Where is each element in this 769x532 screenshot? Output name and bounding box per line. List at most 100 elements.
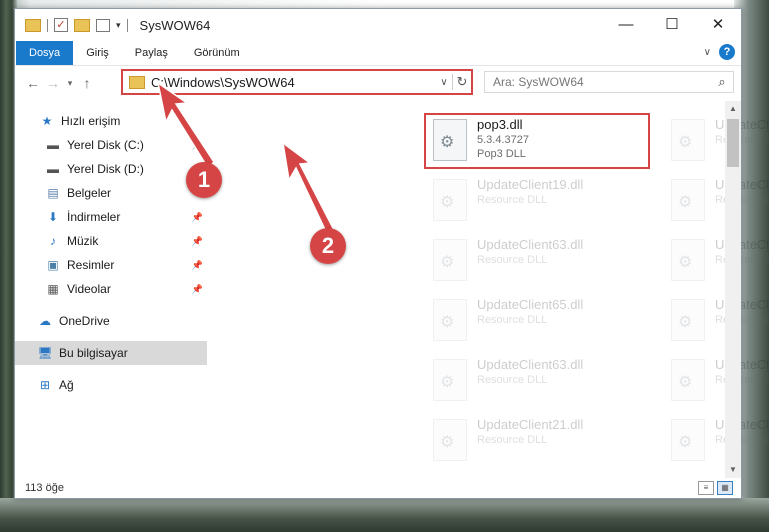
sidebar-item-pictures[interactable]: ▣ Resimler 📌	[15, 253, 207, 277]
file-item[interactable]: UpdateClient19.dll Resource DLL	[429, 175, 659, 231]
sidebar-item-onedrive[interactable]: ☁ OneDrive	[15, 309, 207, 333]
scroll-up-icon[interactable]: ▲	[725, 101, 741, 117]
separator	[47, 18, 48, 32]
file-item[interactable]: UpdateClient63.dll Resource DLL	[667, 295, 769, 351]
file-description: Resource DLL	[715, 194, 769, 206]
file-item[interactable]: UpdateClient21.dll Resource DLL	[429, 415, 659, 471]
pictures-icon: ▣	[47, 258, 59, 272]
sidebar-item-quick-access[interactable]: ★ Hızlı erişim	[15, 109, 207, 133]
pin-icon: 📌	[191, 211, 203, 222]
dll-file-icon	[433, 179, 467, 221]
sidebar-item-label: OneDrive	[59, 314, 110, 328]
desktop-background-bottom	[0, 498, 769, 532]
file-description: Resource DLL	[477, 254, 548, 266]
computer-icon: 🖥	[37, 346, 53, 360]
dll-file-icon	[671, 239, 705, 281]
sidebar-item-label: Videolar	[67, 282, 111, 296]
scrollbar-thumb[interactable]	[727, 119, 739, 167]
navigation-pane: ★ Hızlı erişim ▬ Yerel Disk (C:) 📌 ▬ Yer…	[15, 101, 207, 478]
file-item[interactable]: UpdateClient63.dll Resource DLL	[429, 355, 659, 411]
recent-locations-icon[interactable]: ▾	[63, 78, 77, 89]
window-title: SysWOW64	[139, 17, 211, 33]
dll-file-icon	[433, 299, 467, 341]
tab-gorunum[interactable]: Görünüm	[181, 41, 253, 65]
file-name: UpdateClient63.dll	[715, 297, 769, 312]
vertical-scrollbar[interactable]: ▲ ▼	[725, 101, 741, 478]
file-description: Resource DLL	[715, 374, 769, 386]
minimize-button[interactable]: —	[603, 9, 649, 41]
file-name: UpdateClient21.dll	[715, 117, 769, 132]
sidebar-item-label: Yerel Disk (C:)	[67, 138, 144, 152]
up-arrow-icon[interactable]: ↑	[77, 75, 97, 91]
folder-icon	[25, 18, 41, 32]
new-folder-icon[interactable]	[74, 18, 90, 32]
details-view-icon[interactable]: ≡	[698, 481, 714, 495]
tab-giris[interactable]: Giriş	[73, 41, 122, 65]
sidebar-item-local-disk-d[interactable]: ▬ Yerel Disk (D:)	[15, 157, 207, 181]
file-item[interactable]: UpdateClient63.dll Resource DLL	[667, 415, 769, 471]
network-icon: ⊞	[39, 378, 51, 392]
sidebar-item-downloads[interactable]: ⬇ İndirmeler 📌	[15, 205, 207, 229]
tab-dosya[interactable]: Dosya	[16, 41, 74, 65]
checkmark-icon[interactable]: ✓	[54, 18, 68, 32]
back-arrow-icon[interactable]: ←	[23, 75, 43, 91]
sidebar-item-label: Yerel Disk (D:)	[67, 162, 144, 176]
tiles-view-icon[interactable]: ▦	[717, 481, 733, 495]
status-bar: 113 öğe ≡ ▦	[15, 478, 741, 498]
help-icon[interactable]: ?	[719, 44, 735, 60]
sidebar-item-label: Ağ	[59, 378, 74, 392]
forward-arrow-icon[interactable]: →	[43, 75, 63, 91]
customize-dropdown-icon[interactable]: ▾	[116, 20, 121, 31]
file-name: UpdateClient42.dll	[715, 177, 769, 192]
scroll-down-icon[interactable]: ▼	[725, 462, 741, 478]
file-item[interactable]: UpdateClient65.dll Resource DLL	[667, 235, 769, 291]
file-name: UpdateClient19.dll	[477, 177, 584, 192]
file-description: Resource DLL	[715, 134, 769, 146]
sidebar-item-label: Müzik	[67, 234, 99, 248]
sidebar-item-network[interactable]: ⊞ Ağ	[15, 373, 207, 397]
sidebar-item-documents[interactable]: ▤ Belgeler	[15, 181, 207, 205]
file-item[interactable]: UpdateClient65.dll Resource DLL	[429, 295, 659, 351]
sidebar-item-label: İndirmeler	[67, 210, 121, 224]
file-description: Resource DLL	[477, 374, 548, 386]
sidebar-item-videos[interactable]: ▦ Videolar 📌	[15, 277, 207, 301]
file-description: Resource DLL	[715, 434, 769, 446]
sidebar-item-music[interactable]: ♪ Müzik 📌	[15, 229, 207, 253]
expand-ribbon-icon[interactable]: ∨	[704, 47, 711, 58]
file-name: UpdateClient65.dll	[715, 237, 769, 252]
sidebar-item-this-pc[interactable]: 🖥 Bu bilgisayar	[15, 341, 207, 365]
file-description: Pop3 DLL	[477, 148, 526, 160]
maximize-button[interactable]: ☐	[649, 9, 695, 41]
search-box[interactable]: Ara: SysWOW64 ⌕	[484, 71, 734, 93]
file-item[interactable]: UpdateClient19.dll Resource DLL	[667, 355, 769, 411]
file-item-pop3[interactable]: pop3.dll 5.3.4.3727 Pop3 DLL	[429, 115, 659, 171]
file-name: UpdateClient65.dll	[477, 297, 584, 312]
tab-paylas[interactable]: Paylaş	[122, 41, 181, 65]
file-item[interactable]: UpdateClient21.dll Resource DLL	[667, 115, 769, 171]
file-description: Resource DLL	[477, 434, 548, 446]
pin-icon: 📌	[191, 139, 203, 150]
address-bar[interactable]: C:\Windows\SysWOW64 ∨ ↻	[121, 69, 473, 95]
file-item[interactable]: UpdateClient42.dll Resource DLL	[667, 175, 769, 231]
close-button[interactable]: ✕	[695, 9, 741, 41]
search-icon[interactable]: ⌕	[711, 74, 733, 90]
sidebar-item-local-disk-c[interactable]: ▬ Yerel Disk (C:) 📌	[15, 133, 207, 157]
ribbon-tabs: Dosya Giriş Paylaş Görünüm ∨ ?	[15, 41, 741, 65]
file-description: Resource DLL	[715, 254, 769, 266]
file-version: 5.3.4.3727	[477, 134, 529, 146]
address-dropdown-icon[interactable]: ∨	[436, 77, 452, 88]
explorer-window: ✓ ▾ SysWOW64 — ☐ ✕ Dosya Giriş Paylaş Gö…	[14, 8, 769, 499]
dll-file-icon	[433, 359, 467, 401]
refresh-icon[interactable]: ↻	[452, 74, 471, 90]
search-input[interactable]: Ara: SysWOW64	[485, 75, 711, 89]
address-path[interactable]: C:\Windows\SysWOW64	[151, 75, 436, 90]
separator	[126, 18, 128, 32]
file-item[interactable]: UpdateClient63.dll Resource DLL	[429, 235, 659, 291]
drive-icon: ▬	[47, 138, 59, 152]
file-description: Resource DLL	[477, 194, 548, 206]
file-name: UpdateClient63.dll	[715, 417, 769, 432]
properties-icon[interactable]	[96, 18, 110, 32]
dll-file-icon	[671, 419, 705, 461]
folder-icon	[129, 75, 145, 89]
dll-file-icon	[671, 299, 705, 341]
